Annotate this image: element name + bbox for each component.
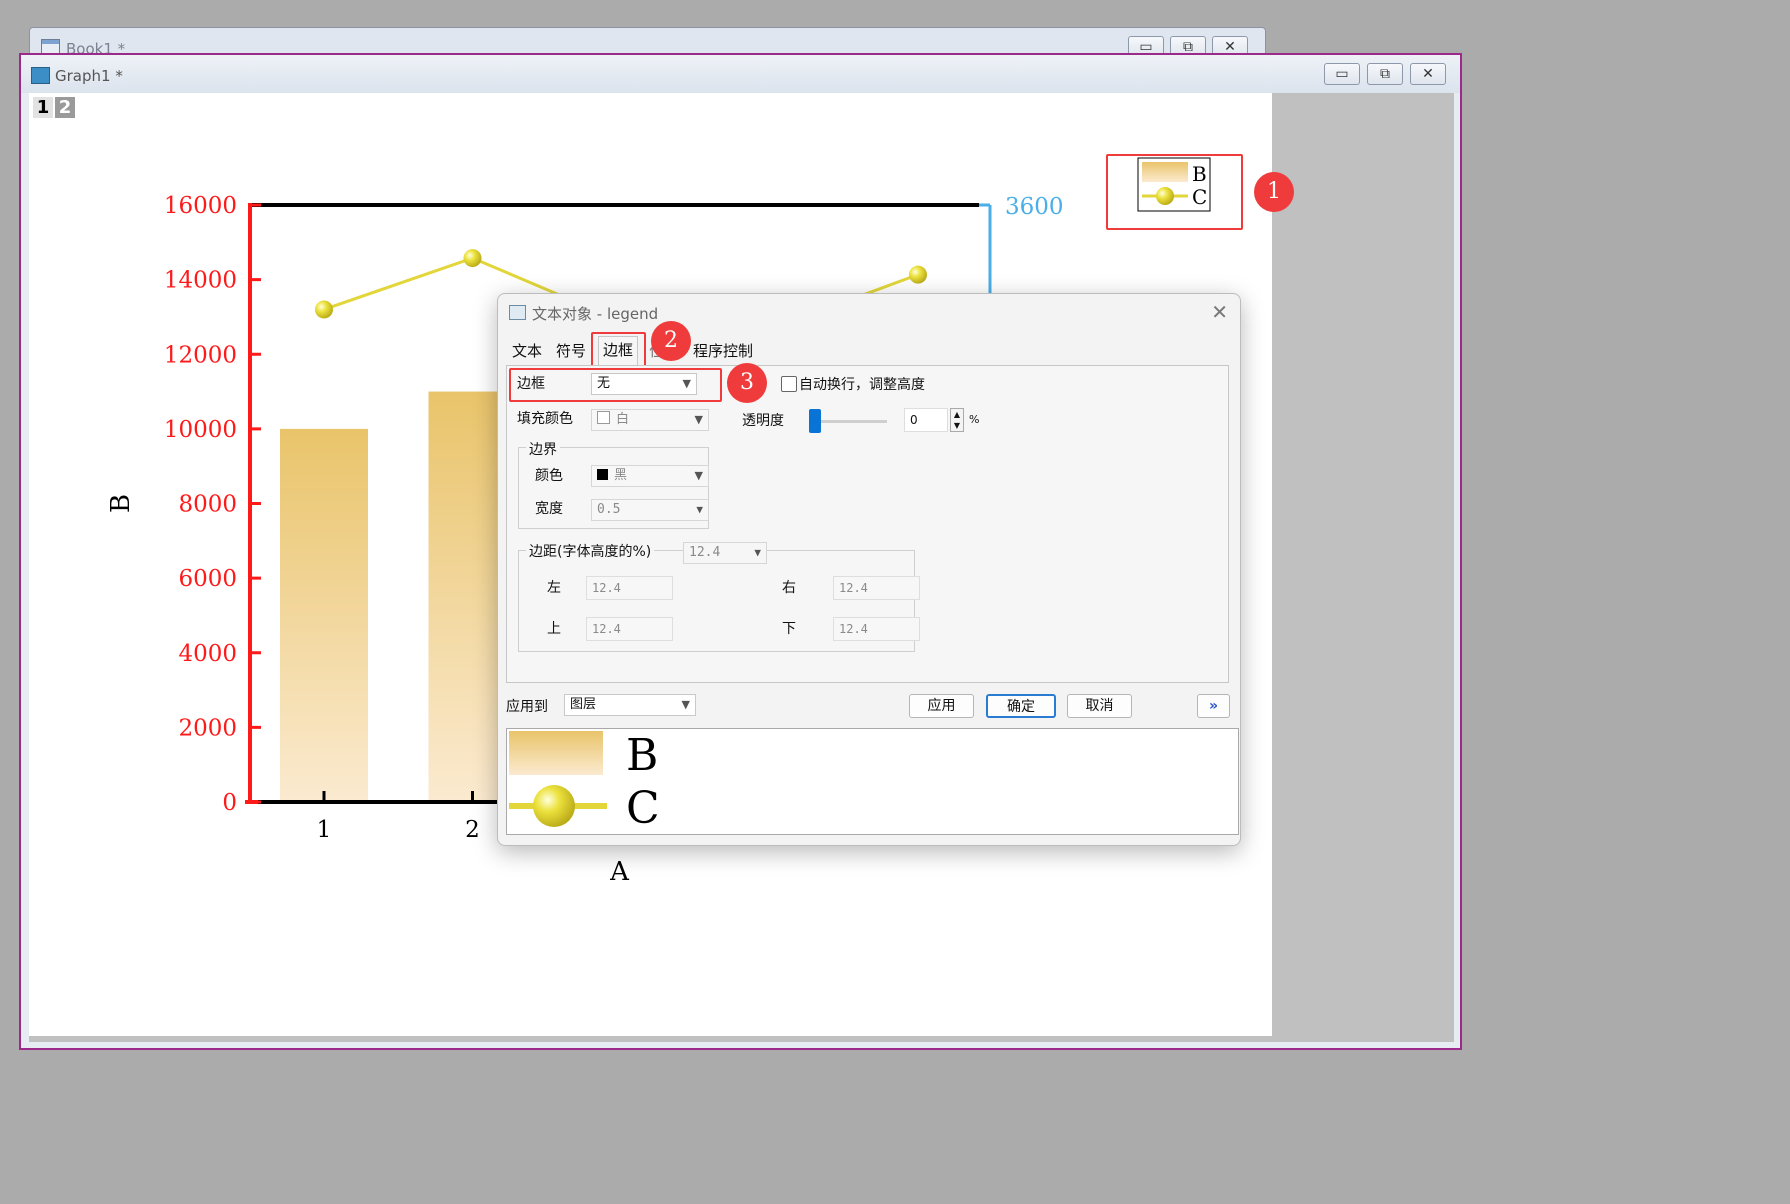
chevron-down-icon: ▼ [694,469,703,482]
graph1-title: Graph1 * [55,67,123,85]
margin-bottom-input[interactable]: 12.4 [833,617,920,641]
fill-color-value: 白 [616,412,630,427]
border-color-label: 颜色 [535,468,563,484]
left-y-tick-label: 8000 [178,492,237,518]
annotation-box-border-select [509,368,722,402]
tab-programming[interactable]: 程序控制 [689,338,757,364]
margin-left-label: 左 [547,580,561,596]
margin-top-input[interactable]: 12.4 [586,617,673,641]
left-y-tick-label: 14000 [164,268,237,294]
graph1-restore-button[interactable]: ⧉ [1367,63,1403,85]
graph1-minimize-button[interactable]: ▭ [1324,63,1360,85]
annotation-badge-1: 1 [1254,172,1294,212]
apply-to-value: 图层 [570,697,597,712]
chevron-down-icon: ▼ [681,698,690,711]
graph1-close-button[interactable]: ✕ [1410,63,1446,85]
preview-bar-swatch [509,731,603,775]
graph1-titlebar[interactable]: Graph1 * ▭ ⧉ ✕ [21,55,1460,93]
series-c-point-2[interactable] [463,249,482,268]
preview-entry-c: C [626,783,660,834]
left-y-tick-label: 4000 [178,641,237,667]
margin-select[interactable]: 12.4 ▼ [683,542,767,564]
margin-bottom-label: 下 [782,621,796,637]
border-tab-panel: 边框 无 ▼ 3 自动换行，调整高度 填充颜色 白 ▼ 透明度 0 ▲ ▼ % 边… [506,363,1229,683]
chevron-down-icon: ▼ [696,503,703,516]
margin-right-input[interactable]: 12.4 [833,576,920,600]
x-axis-title: A [609,857,630,887]
black-swatch-icon [597,469,608,480]
margin-value: 12.4 [689,545,721,560]
annotation-badge-2: 2 [651,321,691,361]
tab-symbol[interactable]: 符号 [552,338,590,364]
tab-text[interactable]: 文本 [508,338,546,364]
cancel-button[interactable]: 取消 [1067,694,1132,718]
x-tick-label: 2 [465,817,480,843]
series-c-point-1[interactable] [315,300,333,319]
preview-entry-b: B [626,730,658,781]
transparency-label: 透明度 [742,413,784,429]
chevron-down-icon: ▼ [694,413,703,426]
fill-color-select[interactable]: 白 ▼ [591,409,709,431]
autowrap-checkbox[interactable] [781,376,797,392]
x-tick-label: 1 [317,817,332,843]
border-width-select[interactable]: 0.5 ▼ [591,499,709,521]
margin-right-label: 右 [782,580,796,596]
collapse-icon[interactable]: » [1197,694,1230,718]
dialog-close-icon[interactable]: ✕ [1211,300,1228,324]
margin-group-label: 边距(字体高度的%) [526,541,655,561]
transparency-spinner[interactable]: ▲ ▼ [950,408,964,432]
apply-button[interactable]: 应用 [909,694,974,718]
apply-to-select[interactable]: 图层 ▼ [564,694,696,716]
transparency-slider-thumb[interactable] [809,409,821,433]
border-color-value: 黑 [614,468,628,483]
left-y-tick-label: 0 [222,790,237,816]
margin-left-input[interactable]: 12.4 [586,576,673,600]
autowrap-label: 自动换行，调整高度 [799,377,925,393]
border-color-select[interactable]: 黑 ▼ [591,465,709,487]
border-width-label: 宽度 [535,501,563,517]
left-y-tick-label: 10000 [164,417,237,443]
left-y-tick-label: 12000 [164,342,237,368]
margin-top-label: 上 [547,621,561,637]
legend-preview-graphic: B C [509,730,660,834]
ok-button[interactable]: 确定 [986,694,1056,718]
dialog-icon [509,305,526,320]
annotation-box-border-tab [591,332,646,367]
left-y-tick-label: 16000 [164,193,237,219]
right-y-tick-label: 3600 [1005,194,1064,220]
boundary-group-label: 边界 [526,439,560,459]
annotation-badge-3: 3 [727,363,767,403]
fill-color-label: 填充颜色 [517,411,573,427]
dialog-title: 文本对象 - legend [532,305,659,323]
left-y-tick-label: 6000 [178,566,237,592]
chevron-down-icon: ▼ [754,546,761,559]
y-axis-title: B [106,494,136,513]
series-c-point-5[interactable] [909,265,927,284]
legend-preview: B C [506,728,1239,835]
transparency-unit: % [969,413,980,426]
apply-to-label: 应用到 [506,699,548,715]
white-swatch-icon [597,411,610,424]
bar-1[interactable] [280,428,368,802]
left-y-tick-label: 2000 [178,715,237,741]
annotation-box-legend [1106,154,1243,230]
text-object-dialog[interactable]: 文本对象 - legend ✕ 文本 符号 边框 位 程序控制 2 边框 无 ▼… [497,293,1241,846]
preview-ball-marker [533,785,575,827]
transparency-input[interactable]: 0 [904,408,948,432]
graph-icon [31,67,50,84]
border-width-value: 0.5 [597,502,621,517]
